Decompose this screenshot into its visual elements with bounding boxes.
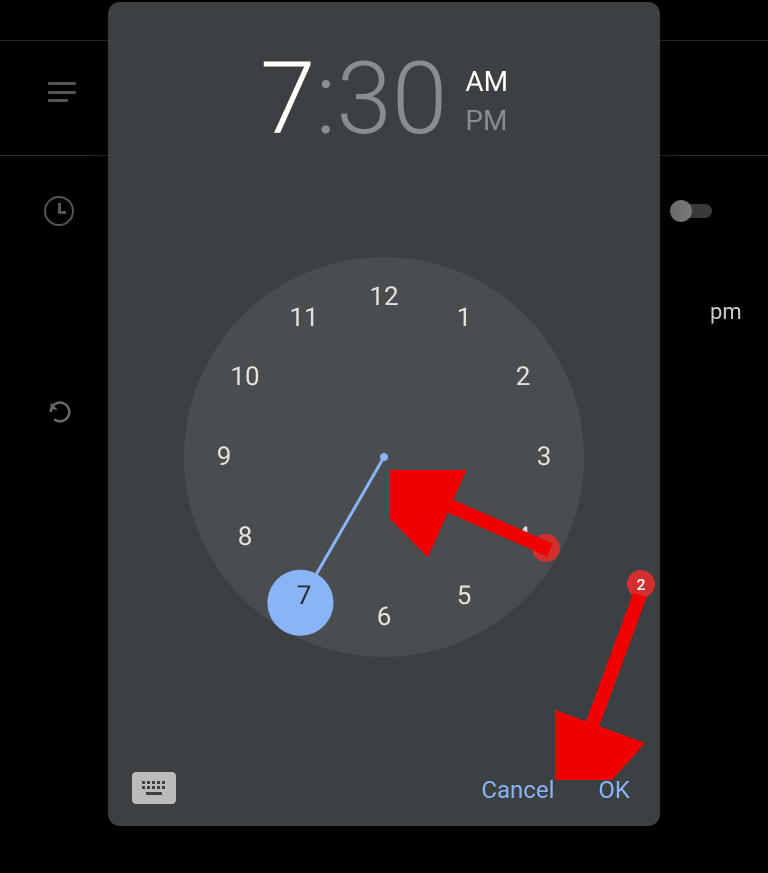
refresh-icon[interactable] xyxy=(46,398,74,426)
clock-number-11[interactable]: 11 xyxy=(284,298,324,338)
minute-value[interactable]: 30 xyxy=(336,50,447,150)
cancel-button[interactable]: Cancel xyxy=(481,776,554,804)
time-colon: : xyxy=(315,50,336,150)
clock-number-4[interactable]: 4 xyxy=(503,517,543,557)
annotation-badge-2: 2 xyxy=(627,570,655,598)
clock-number-9[interactable]: 9 xyxy=(204,437,244,477)
ok-button[interactable]: OK xyxy=(598,776,630,804)
clock-number-6[interactable]: 6 xyxy=(364,597,404,637)
clock-number-5[interactable]: 5 xyxy=(444,576,484,616)
pm-option[interactable]: PM xyxy=(465,101,508,140)
toggle-switch[interactable] xyxy=(668,200,718,224)
keyboard-input-button[interactable] xyxy=(132,772,176,804)
clock-number-8[interactable]: 8 xyxy=(225,517,265,557)
time-display: 7 : 30 AM PM xyxy=(108,50,660,150)
clock-number-7[interactable]: 7 xyxy=(284,576,324,616)
am-option[interactable]: AM xyxy=(465,62,508,101)
clock-number-10[interactable]: 10 xyxy=(225,357,265,397)
clock-number-1[interactable]: 1 xyxy=(444,298,484,338)
bg-pm-text: pm xyxy=(710,300,742,325)
clock-icon xyxy=(44,196,74,226)
clock-number-3[interactable]: 3 xyxy=(524,437,564,477)
dialog-actions: Cancel OK xyxy=(481,776,630,804)
clock-number-12[interactable]: 12 xyxy=(364,277,404,317)
toggle-thumb xyxy=(670,200,692,222)
ampm-group: AM PM xyxy=(465,62,508,140)
clock-center-dot xyxy=(380,453,388,461)
hour-value[interactable]: 7 xyxy=(260,50,315,150)
menu-icon[interactable] xyxy=(48,82,76,102)
clock-face[interactable]: 12 12 3 45678 9 10 11 xyxy=(184,257,584,657)
time-picker-dialog: 7 : 30 AM PM 121234567891011 Cancel OK xyxy=(108,2,660,826)
clock-number-2[interactable]: 2 xyxy=(503,357,543,397)
